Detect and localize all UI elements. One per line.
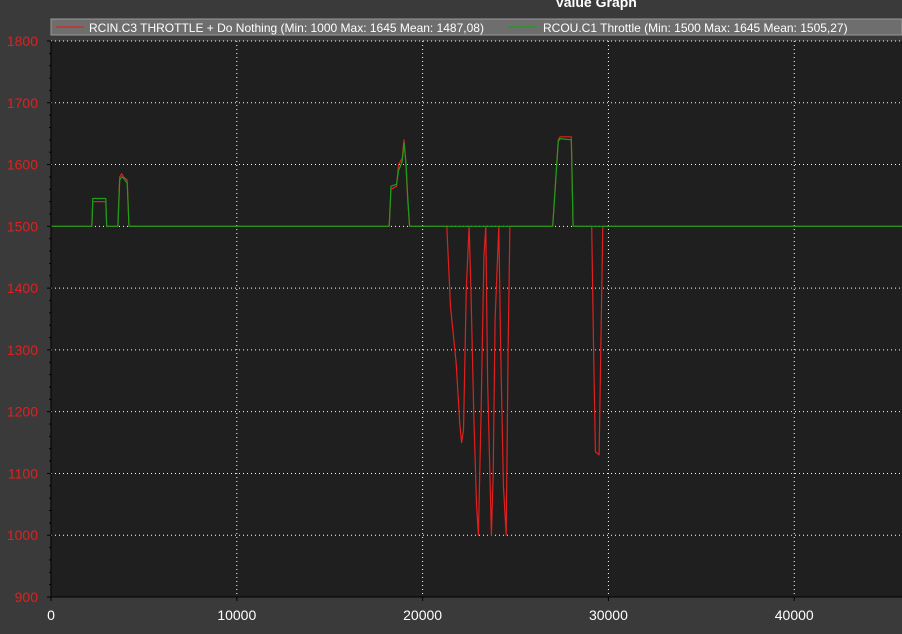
legend[interactable]: RCIN.C3 THROTTLE + Do Nothing (Min: 1000…: [50, 18, 902, 36]
y-tick-label: 900: [15, 589, 39, 605]
y-tick-label: 1000: [7, 527, 38, 543]
y-tick-label: 1200: [7, 404, 38, 420]
y-tick-label: 1400: [7, 280, 38, 296]
y-tick-label: 1300: [7, 342, 38, 358]
x-tick-label: 0: [47, 607, 55, 623]
y-tick-label: 1600: [7, 157, 38, 173]
chart-title: Value Graph: [555, 0, 637, 10]
x-tick-label: 40000: [775, 607, 814, 623]
y-tick-label: 1500: [7, 218, 38, 234]
x-tick-label: 20000: [403, 607, 442, 623]
x-tick-label: 10000: [217, 607, 256, 623]
legend-label-rcou: RCOU.C1 Throttle (Min: 1500 Max: 1645 Me…: [543, 21, 848, 35]
value-graph: Value Graph 900 1000 1100 1200 1300 1400 1500 1…: [7, 0, 902, 623]
y-tick-label: 1700: [7, 95, 38, 111]
legend-label-rcin: RCIN.C3 THROTTLE + Do Nothing (Min: 1000…: [89, 21, 484, 35]
y-tick-label: 1100: [8, 465, 38, 481]
y-tick-label: 1800: [7, 33, 38, 49]
y-axis: 900 1000 1100 1200 1300 1400 1500 1600 1700 1800: [7, 33, 51, 605]
x-axis: 0 10000 20000 30000 40000: [47, 597, 814, 623]
x-tick-label: 30000: [589, 607, 628, 623]
